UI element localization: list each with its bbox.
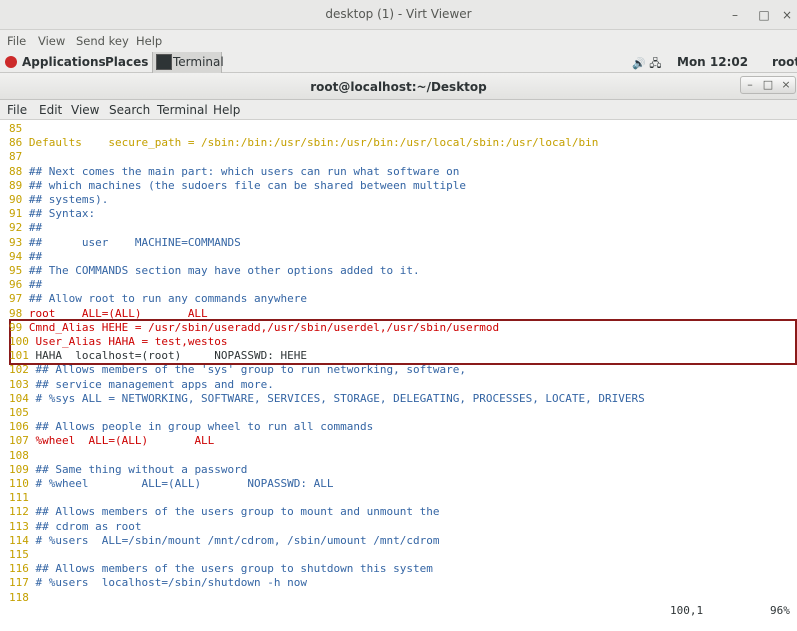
terminal-titlebar: root@localhost:~/Desktop (0, 73, 797, 100)
terminal-menu-search[interactable]: Search (109, 103, 150, 117)
terminal-line: 117 # %users localhost=/sbin/shutdown -h… (9, 576, 308, 590)
terminal-icon (156, 54, 172, 70)
terminal-line: 113 ## cdrom as root (9, 519, 142, 533)
terminal-line: 91 ## Syntax: (9, 207, 96, 221)
terminal-line: 89 ## which machines (the sudoers file c… (9, 178, 466, 192)
terminal-line: 95 ## The COMMANDS section may have othe… (9, 264, 420, 277)
viewer-menu-sendkey[interactable]: Send key (76, 34, 129, 48)
redhat-logo-icon (5, 56, 17, 68)
terminal-line: 96 ## (9, 278, 43, 292)
viewer-menu-file[interactable]: File (7, 34, 26, 48)
viewer-title: desktop (1) - Virt Viewer (325, 7, 472, 21)
terminal-menu-file[interactable]: File (7, 103, 27, 117)
minimize-button[interactable]: – (727, 7, 743, 23)
terminal-line: 105 (9, 406, 29, 419)
terminal-menu-terminal[interactable]: Terminal (157, 103, 208, 117)
terminal-close-icon[interactable]: × (777, 78, 795, 91)
terminal-line: 93 ## user MACHINE=COMMANDS (9, 235, 241, 249)
terminal-line: 108 (9, 448, 29, 462)
terminal-line: 99 Cmnd_Alias HEHE = /usr/sbin/useradd,/… (9, 320, 500, 334)
terminal-menu-edit[interactable]: Edit (39, 103, 62, 117)
terminal-line: 107 %wheel ALL=(ALL) ALL (9, 434, 215, 448)
terminal-title: root@localhost:~/Desktop (310, 80, 487, 94)
terminal-window-controls: – □ × (740, 76, 796, 94)
terminal-line: 98 root ALL=(ALL) ALL (9, 306, 208, 320)
tray-icons[interactable]: 🔊 🖧 (632, 55, 661, 74)
taskbar-terminal-label: Terminal (173, 55, 224, 69)
terminal-line: 100 User_Alias HAHA = test,westos (9, 335, 228, 348)
terminal-line: 90 ## systems). (9, 193, 109, 206)
places-menu[interactable]: Places (105, 55, 148, 69)
terminal-maximize-icon[interactable]: □ (759, 78, 777, 91)
terminal-line: 94 ## (9, 249, 43, 263)
terminal-line: 110 # %wheel ALL=(ALL) NOPASSWD: ALL (9, 477, 334, 490)
viewer-menubar: File View Send key Help (0, 30, 797, 52)
terminal-line: 109 ## Same thing without a password (9, 462, 248, 476)
scroll-percent: 96% (770, 604, 790, 617)
terminal-minimize-icon[interactable]: – (741, 78, 759, 91)
terminal-menu-view[interactable]: View (71, 103, 99, 117)
terminal-line: 87 (9, 150, 23, 164)
terminal-line: 88 ## Next comes the main part: which us… (9, 164, 460, 178)
user-menu[interactable]: root (772, 55, 797, 69)
viewer-titlebar: desktop (1) - Virt Viewer – □ × (0, 0, 797, 30)
terminal-line: 115 (9, 548, 29, 561)
viewer-menu-help[interactable]: Help (136, 34, 162, 48)
clock[interactable]: Mon 12:02 (677, 55, 748, 69)
terminal-line: 104 # %sys ALL = NETWORKING, SOFTWARE, S… (9, 391, 645, 405)
terminal-line: 116 ## Allows members of the users group… (9, 562, 433, 576)
maximize-button[interactable]: □ (756, 7, 772, 23)
terminal-line: 92 ## (9, 221, 43, 235)
terminal-menubar: File Edit View Search Terminal Help (0, 100, 797, 120)
terminal-menu-help[interactable]: Help (213, 103, 240, 117)
terminal-line: 112 ## Allows members of the users group… (9, 505, 440, 519)
gnome-top-bar: Applications Places 🔊 🖧 Mon 12:02 root (0, 52, 797, 73)
terminal-line: 85 (9, 122, 23, 135)
terminal-line: 86 Defaults secure_path = /sbin:/bin:/us… (9, 136, 599, 150)
applications-menu[interactable]: Applications (22, 55, 106, 69)
close-button[interactable]: × (779, 7, 795, 23)
terminal-content[interactable]: 100,1 96% 85 86 Defaults secure_path = /s… (0, 120, 797, 631)
terminal-line: 114 # %users ALL=/sbin/mount /mnt/cdrom,… (9, 533, 440, 547)
taskbar-terminal[interactable]: Terminal (152, 52, 224, 73)
terminal-line: 97 ## Allow root to run any commands any… (9, 292, 308, 306)
terminal-line: 118 (9, 590, 29, 604)
cursor-position: 100,1 (670, 604, 704, 617)
viewer-menu-view[interactable]: View (38, 34, 65, 48)
terminal-line: 102 ## Allows members of the 'sys' group… (9, 363, 466, 377)
terminal-line: 111 (9, 491, 29, 505)
terminal-line: 101 HAHA localhost=(root) NOPASSWD: HEHE (9, 349, 308, 363)
terminal-line: 106 ## Allows people in group wheel to r… (9, 420, 374, 434)
terminal-line: 103 ## service management apps and more. (9, 377, 274, 391)
